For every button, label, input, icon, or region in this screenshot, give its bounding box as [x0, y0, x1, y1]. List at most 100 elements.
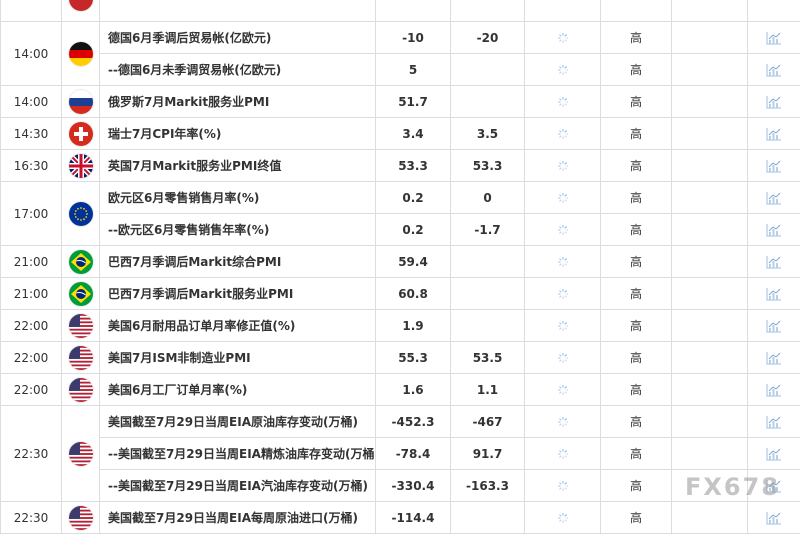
forecast-value — [451, 502, 525, 534]
previous-value: -78.4 — [376, 438, 451, 470]
actual-value-loading — [525, 150, 601, 182]
forecast-value: 53.5 — [451, 342, 525, 374]
history-chart-cell[interactable] — [748, 342, 800, 374]
bar-chart-icon[interactable] — [766, 223, 782, 237]
previous-value: 3.4 — [376, 118, 451, 150]
previous-value: 59.4 — [376, 246, 451, 278]
importance-level: 高 — [601, 374, 672, 406]
actual-value-loading — [525, 214, 601, 246]
interpretation-cell — [672, 150, 748, 182]
indicator-name-link[interactable] — [100, 0, 376, 22]
bar-chart-icon[interactable] — [766, 95, 782, 109]
previous-value: 0.2 — [376, 214, 451, 246]
indicator-name-link[interactable]: --美国截至7月29日当周EIA精炼油库存变动(万桶) — [100, 438, 376, 470]
country-flag-cell — [62, 118, 100, 150]
bar-chart-icon[interactable] — [766, 287, 782, 301]
history-chart-cell[interactable] — [748, 406, 800, 438]
importance-level: 高 — [601, 438, 672, 470]
bar-chart-icon[interactable] — [766, 63, 782, 77]
history-chart-cell[interactable] — [748, 182, 800, 214]
indicator-name-link[interactable]: 巴西7月季调后Markit服务业PMI — [100, 278, 376, 310]
germany-flag-icon — [69, 42, 93, 66]
indicator-name-link[interactable]: 英国7月Markit服务业PMI终值 — [100, 150, 376, 182]
history-chart-cell[interactable] — [748, 214, 800, 246]
event-time: 22:30 — [1, 406, 62, 502]
interpretation-cell — [672, 374, 748, 406]
indicator-name-link[interactable]: 美国7月ISM非制造业PMI — [100, 342, 376, 374]
history-chart-cell[interactable] — [748, 438, 800, 470]
history-chart-cell[interactable] — [748, 310, 800, 342]
table-row: --欧元区6月零售销售年率(%)0.2-1.7高 — [1, 214, 800, 246]
previous-value: 1.6 — [376, 374, 451, 406]
history-chart-cell[interactable] — [748, 54, 800, 86]
forecast-value: -1.7 — [451, 214, 525, 246]
bar-chart-icon[interactable] — [766, 159, 782, 173]
history-chart-cell[interactable] — [748, 502, 800, 534]
forecast-value: 3.5 — [451, 118, 525, 150]
indicator-name-link[interactable]: 俄罗斯7月Markit服务业PMI — [100, 86, 376, 118]
importance-level: 高 — [601, 502, 672, 534]
actual-value-loading — [525, 278, 601, 310]
event-time — [1, 0, 62, 22]
table-row: 21:00巴西7月季调后Markit综合PMI59.4高 — [1, 246, 800, 278]
importance-level: 高 — [601, 310, 672, 342]
importance-level: 高 — [601, 86, 672, 118]
indicator-name-link[interactable]: 巴西7月季调后Markit综合PMI — [100, 246, 376, 278]
forecast-value: 91.7 — [451, 438, 525, 470]
previous-value: 1.9 — [376, 310, 451, 342]
history-chart-cell[interactable] — [748, 118, 800, 150]
actual-value-loading — [525, 502, 601, 534]
indicator-name-link[interactable]: 德国6月季调后贸易帐(亿欧元) — [100, 22, 376, 54]
bar-chart-icon[interactable] — [766, 127, 782, 141]
country-flag-cell — [62, 86, 100, 118]
country-flag-cell — [62, 150, 100, 182]
bar-chart-icon[interactable] — [766, 191, 782, 205]
bar-chart-icon[interactable] — [766, 351, 782, 365]
indicator-name-link[interactable]: 欧元区6月零售销售月率(%) — [100, 182, 376, 214]
history-chart-cell[interactable] — [748, 246, 800, 278]
indicator-name-link[interactable]: --欧元区6月零售销售年率(%) — [100, 214, 376, 246]
indicator-name-link[interactable]: 美国截至7月29日当周EIA每周原油进口(万桶) — [100, 502, 376, 534]
bar-chart-icon[interactable] — [766, 31, 782, 45]
indicator-name-link[interactable]: --德国6月未季调贸易帐(亿欧元) — [100, 54, 376, 86]
history-chart-cell[interactable] — [748, 0, 800, 22]
importance-level: 高 — [601, 182, 672, 214]
previous-value: 53.3 — [376, 150, 451, 182]
usa-flag-icon — [69, 506, 93, 530]
history-chart-cell[interactable] — [748, 86, 800, 118]
importance-level: 高 — [601, 22, 672, 54]
bar-chart-icon[interactable] — [766, 511, 782, 525]
country-flag-cell — [62, 182, 100, 246]
history-chart-cell[interactable] — [748, 374, 800, 406]
country-flag-cell — [62, 246, 100, 278]
actual-value-loading — [525, 406, 601, 438]
bar-chart-icon[interactable] — [766, 415, 782, 429]
forecast-value: 0 — [451, 182, 525, 214]
interpretation-cell — [672, 0, 748, 22]
bar-chart-icon[interactable] — [766, 447, 782, 461]
loading-spinner-icon — [557, 96, 569, 108]
indicator-name-link[interactable]: 美国6月耐用品订单月率修正值(%) — [100, 310, 376, 342]
forecast-value — [451, 0, 525, 22]
actual-value-loading — [525, 470, 601, 502]
indicator-name-link[interactable]: 美国截至7月29日当周EIA原油库存变动(万桶) — [100, 406, 376, 438]
history-chart-cell[interactable] — [748, 150, 800, 182]
loading-spinner-icon — [557, 512, 569, 524]
event-time: 22:00 — [1, 374, 62, 406]
indicator-name-link[interactable]: 美国6月工厂订单月率(%) — [100, 374, 376, 406]
country-flag-cell — [62, 502, 100, 534]
table-row: 22:00美国6月耐用品订单月率修正值(%)1.9高 — [1, 310, 800, 342]
bar-chart-icon[interactable] — [766, 383, 782, 397]
bar-chart-icon[interactable] — [766, 255, 782, 269]
table-row: --美国截至7月29日当周EIA汽油库存变动(万桶)-330.4-163.3高 — [1, 470, 800, 502]
history-chart-cell[interactable] — [748, 22, 800, 54]
importance-level: 高 — [601, 246, 672, 278]
importance-level: 高 — [601, 406, 672, 438]
forecast-value — [451, 54, 525, 86]
interpretation-cell — [672, 22, 748, 54]
bar-chart-icon[interactable] — [766, 319, 782, 333]
loading-spinner-icon — [557, 128, 569, 140]
indicator-name-link[interactable]: 瑞士7月CPI年率(%) — [100, 118, 376, 150]
indicator-name-link[interactable]: --美国截至7月29日当周EIA汽油库存变动(万桶) — [100, 470, 376, 502]
history-chart-cell[interactable] — [748, 278, 800, 310]
